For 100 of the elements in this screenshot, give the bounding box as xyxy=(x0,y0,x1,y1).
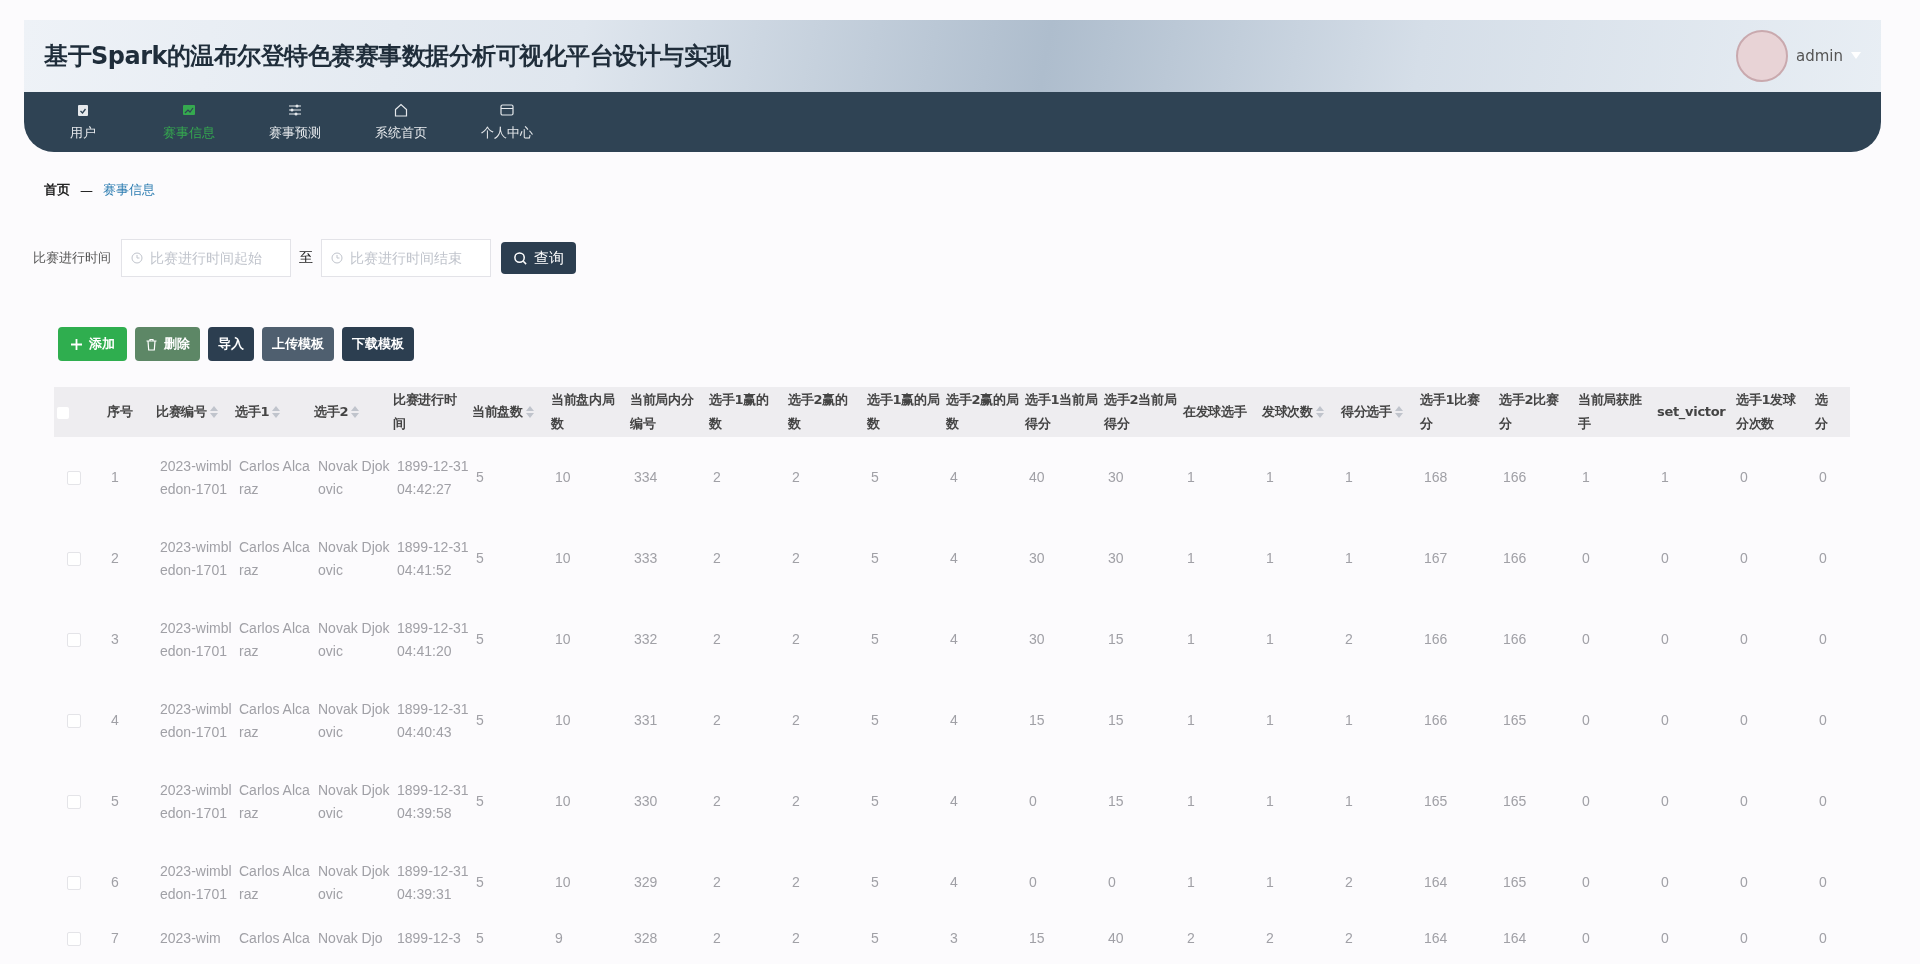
start-time-field[interactable]: 比赛进行时间起始 xyxy=(121,239,291,277)
table-cell: 40 xyxy=(1108,930,1124,946)
nav-tab[interactable]: 个人中心 xyxy=(454,92,560,152)
table-cell: 2 xyxy=(1345,874,1353,890)
avatar[interactable] xyxy=(1736,30,1788,82)
table-cell: 1899-12-31 04:41:20 xyxy=(397,619,469,659)
table-cell: 2 xyxy=(1345,631,1353,647)
column-header: 比赛进行时 间 xyxy=(393,391,457,433)
row-checkbox[interactable] xyxy=(67,552,81,567)
delete-button[interactable]: 删除 xyxy=(135,327,200,361)
row-checkbox[interactable] xyxy=(67,633,81,648)
table-cell: 2 xyxy=(792,930,800,946)
table-cell: 1 xyxy=(1266,631,1274,647)
table-cell: 164 xyxy=(1424,930,1448,946)
table-cell: 1 xyxy=(1266,793,1274,809)
column-header: 选 分 xyxy=(1815,391,1828,433)
column-header: 选手1 xyxy=(235,403,270,421)
table-cell: 0 xyxy=(1740,550,1748,566)
nav-tab[interactable]: 系统首页 xyxy=(348,92,454,152)
column-header: 当前局获胜 手 xyxy=(1578,391,1642,433)
table-cell: Carlos Alcaraz xyxy=(239,781,310,821)
table-cell: 0 xyxy=(1661,930,1669,946)
column-header: 选手2比赛 分 xyxy=(1499,391,1559,433)
table-cell: 2 xyxy=(792,469,800,485)
table-cell: 0 xyxy=(1740,793,1748,809)
table-cell: 1 xyxy=(1266,469,1274,485)
nav-tab[interactable]: 赛事预测 xyxy=(242,92,348,152)
table-cell: 10 xyxy=(555,793,571,809)
column-header: 得分选手 xyxy=(1341,403,1392,421)
table-cell: 0 xyxy=(1740,930,1748,946)
table-cell: 9 xyxy=(555,930,563,946)
sort-icon[interactable] xyxy=(1315,406,1324,418)
table-cell: 0 xyxy=(1819,631,1827,647)
table-cell: 168 xyxy=(1424,469,1448,485)
column-header: 发球次数 xyxy=(1262,403,1313,421)
column-header: 当前盘内局 数 xyxy=(551,391,615,433)
card-icon xyxy=(499,102,515,118)
table-cell: 0 xyxy=(1740,469,1748,485)
row-checkbox[interactable] xyxy=(67,876,81,891)
table-cell: 328 xyxy=(634,930,658,946)
row-checkbox[interactable] xyxy=(67,471,81,486)
column-header: 选手1当前局 得分 xyxy=(1025,391,1098,433)
table-cell: 1 xyxy=(1345,793,1353,809)
action-button[interactable]: 导入 xyxy=(208,327,254,361)
table-cell: 4 xyxy=(950,469,958,485)
table-cell: 1899-12-31 04:42:27 xyxy=(397,457,469,497)
column-header: 选手1赢的局 数 xyxy=(867,391,940,433)
table-cell: 5 xyxy=(476,712,484,728)
table-cell: 2023-wimbledon-1701 xyxy=(160,538,232,578)
nav-tab[interactable]: 用户 xyxy=(30,92,136,152)
clipboard-icon xyxy=(75,102,91,118)
table-cell: 2 xyxy=(713,550,721,566)
table-cell: 15 xyxy=(1108,712,1124,728)
table-cell: 0 xyxy=(1582,550,1590,566)
table-cell: 1 xyxy=(1661,469,1669,485)
table-cell: 332 xyxy=(634,631,658,647)
table-cell: 2023-wimbledon-1701 xyxy=(160,457,232,497)
table-cell: 166 xyxy=(1503,550,1527,566)
table-cell: 0 xyxy=(1740,631,1748,647)
sort-icon[interactable] xyxy=(209,406,218,418)
table-cell: 0 xyxy=(1661,631,1669,647)
table-cell: 7 xyxy=(111,930,119,946)
breadcrumb-separator: — xyxy=(80,182,93,198)
table-cell: 2 xyxy=(713,874,721,890)
plus-icon xyxy=(70,337,83,351)
table-cell: 0 xyxy=(1819,550,1827,566)
table-cell: 0 xyxy=(1740,712,1748,728)
action-button[interactable]: 上传模板 xyxy=(262,327,334,361)
nav-tab[interactable]: 赛事信息 xyxy=(136,92,242,152)
column-header: 在发球选手 xyxy=(1183,403,1247,421)
table-cell: 165 xyxy=(1424,793,1448,809)
table-cell: 4 xyxy=(950,874,958,890)
action-button[interactable]: 下载模板 xyxy=(342,327,414,361)
table-cell: 0 xyxy=(1819,874,1827,890)
column-header: 选手2赢的局 数 xyxy=(946,391,1019,433)
column-header: 当前局内分 编号 xyxy=(630,391,694,433)
table-cell: Carlos Alcaraz xyxy=(239,538,310,578)
table-cell: 167 xyxy=(1424,550,1448,566)
end-time-field[interactable]: 比赛进行时间结束 xyxy=(321,239,491,277)
column-header: 当前盘数 xyxy=(472,403,523,421)
table-cell: Carlos Alcaraz xyxy=(239,862,310,902)
table-cell: Novak Djokovic xyxy=(318,619,390,659)
table-cell: 30 xyxy=(1029,631,1045,647)
table-cell: 0 xyxy=(1819,793,1827,809)
row-checkbox[interactable] xyxy=(67,932,81,947)
user-name[interactable]: admin xyxy=(1796,47,1843,65)
sort-icon[interactable] xyxy=(1394,406,1403,418)
row-checkbox[interactable] xyxy=(67,795,81,810)
row-checkbox[interactable] xyxy=(67,714,81,729)
sort-icon[interactable] xyxy=(525,406,534,418)
caret-icon[interactable] xyxy=(1851,52,1861,60)
table-cell: 5 xyxy=(476,874,484,890)
breadcrumb-item[interactable]: 赛事信息 xyxy=(103,181,155,199)
table-cell: 2 xyxy=(792,631,800,647)
sort-icon[interactable] xyxy=(351,406,360,418)
sort-icon[interactable] xyxy=(272,406,281,418)
breadcrumb-item[interactable]: 首页 xyxy=(44,181,70,199)
table-cell: 0 xyxy=(1661,793,1669,809)
search-button[interactable]: 查询 xyxy=(501,242,576,274)
table-cell: 2 xyxy=(792,874,800,890)
